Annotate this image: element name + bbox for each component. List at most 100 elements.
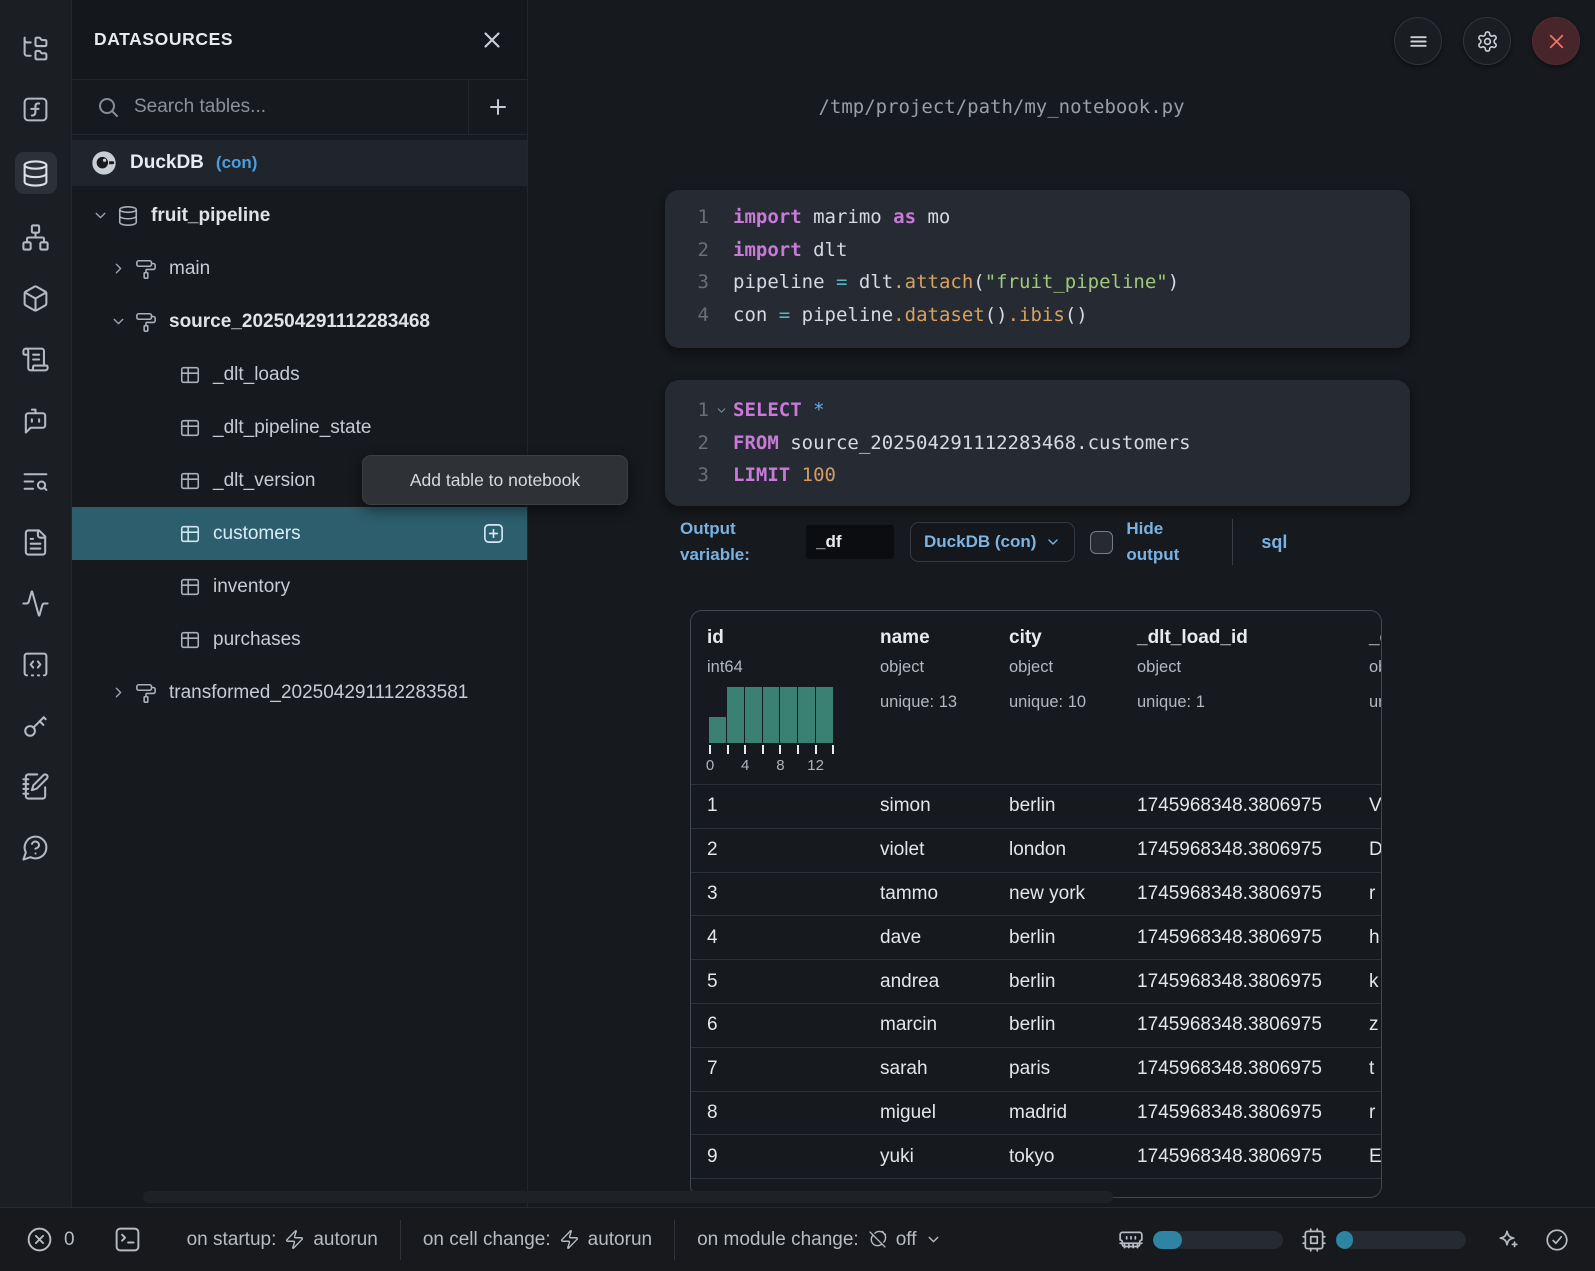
connection-alias: (con)	[216, 153, 258, 173]
divider	[1232, 519, 1233, 565]
tree-item-transformed_202504291112283581[interactable]: transformed_202504291112283581	[72, 666, 527, 719]
rail-file-text-button[interactable]	[15, 524, 57, 560]
statusbar-on-startup-[interactable]: on startup:autorun	[187, 1229, 378, 1251]
activity-bar	[0, 0, 72, 1207]
table-row[interactable]: 8miguelmadrid1745968348.3806975r	[691, 1092, 1381, 1136]
rail-file-tree-button[interactable]	[15, 30, 57, 66]
memory-stick-meter	[1118, 1227, 1283, 1253]
status-right	[1118, 1208, 1595, 1271]
tree-item-_dlt_loads[interactable]: _dlt_loads	[72, 348, 527, 401]
tree-item-purchases[interactable]: purchases	[72, 613, 527, 666]
rail-database-button[interactable]	[15, 152, 57, 194]
rail-box-button[interactable]	[15, 280, 57, 316]
table-row[interactable]: 3tammonew york1745968348.3806975r	[691, 873, 1381, 917]
table-row[interactable]: 5andreaberlin1745968348.3806975k	[691, 960, 1381, 1004]
zap-icon	[559, 1229, 580, 1250]
code-square-icon	[21, 650, 50, 679]
paint-roller-icon	[135, 682, 157, 704]
rail-network-button[interactable]	[15, 219, 57, 255]
output-variable-label: Output variable:	[680, 516, 775, 568]
settings-button[interactable]	[1463, 17, 1511, 65]
help-circle-icon	[21, 833, 50, 862]
table-body: 1simonberlin1745968348.3806975V2violetlo…	[691, 785, 1381, 1179]
bot-icon	[21, 406, 50, 435]
statusbar-on-cell-change-[interactable]: on cell change:autorun	[423, 1229, 652, 1251]
tree-item-_dlt_pipeline_state[interactable]: _dlt_pipeline_state	[72, 401, 527, 454]
hide-output-label: Hide output	[1126, 516, 1204, 568]
tree-item-fruit_pipeline[interactable]: fruit_pipeline	[72, 189, 527, 242]
close-panel-button[interactable]	[479, 27, 505, 53]
panel-title: DATASOURCES	[94, 29, 233, 50]
rail-scroll-text-button[interactable]	[15, 341, 57, 377]
code-line: 3LIMIT 100	[685, 459, 1410, 492]
horizontal-scrollbar[interactable]	[143, 1191, 1113, 1203]
table-icon	[179, 364, 201, 386]
circle-x-icon	[25, 1225, 54, 1254]
rail-code-square-button[interactable]	[15, 646, 57, 682]
rail-notebook-pen-button[interactable]	[15, 768, 57, 804]
connection-row[interactable]: DuckDB (con)	[72, 140, 527, 186]
rail-bot-button[interactable]	[15, 402, 57, 438]
cpu-meter	[1301, 1227, 1466, 1253]
paint-roller-icon	[135, 311, 157, 333]
table-row[interactable]: 7sarahparis1745968348.3806975t	[691, 1048, 1381, 1092]
table-row[interactable]: 1simonberlin1745968348.3806975V	[691, 785, 1381, 829]
output-variable-input[interactable]	[805, 524, 895, 560]
add-table-to-notebook-button[interactable]	[482, 522, 505, 545]
rail-key-button[interactable]	[15, 707, 57, 743]
sql-cell[interactable]: 1SELECT * 2FROM source_20250429111228346…	[665, 380, 1410, 506]
code-line: 2import dlt	[685, 234, 1410, 267]
table-row[interactable]: 9yukitokyo1745968348.3806975E	[691, 1135, 1381, 1179]
box-icon	[21, 284, 50, 313]
column-header-_dlt_load_id[interactable]: _dlt_load_id objectunique: 1	[1121, 611, 1353, 784]
menu-button[interactable]	[1394, 17, 1442, 65]
tree-item-inventory[interactable]: inventory	[72, 560, 527, 613]
column-header-_dlt_id[interactable]: _dlt_id objectunique:	[1353, 611, 1382, 784]
add-datasource-button[interactable]	[469, 80, 527, 134]
column-header-id[interactable]: id int64 04812	[691, 611, 864, 784]
hide-output-checkbox[interactable]	[1090, 531, 1113, 554]
zap-icon	[284, 1229, 305, 1250]
table-row[interactable]: 6marcinberlin1745968348.3806975z	[691, 1004, 1381, 1048]
statusbar-on-module-change-[interactable]: on module change:off	[697, 1229, 949, 1251]
paint-roller-icon	[135, 258, 157, 280]
text-search-icon	[21, 467, 50, 496]
connection-name: DuckDB	[130, 152, 204, 174]
activity-icon	[21, 589, 50, 618]
rail-activity-button[interactable]	[15, 585, 57, 621]
file-tree-icon	[21, 34, 50, 63]
key-icon	[21, 711, 50, 740]
table-icon	[179, 629, 201, 651]
terminal-icon[interactable]	[113, 1225, 142, 1254]
column-header-name[interactable]: name objectunique: 13	[864, 611, 993, 784]
memory-stick-icon	[1118, 1227, 1144, 1253]
rail-function-square-button[interactable]	[15, 91, 57, 127]
code-line: 4con = pipeline.dataset().ibis()	[685, 299, 1410, 332]
database-icon	[117, 205, 139, 227]
table-header: id int64 04812 name objectunique: 13 cit…	[691, 611, 1381, 785]
sparkles-icon[interactable]	[1494, 1227, 1520, 1253]
gear-icon	[1476, 30, 1499, 53]
error-indicator[interactable]: 0	[25, 1225, 75, 1254]
rail-help-circle-button[interactable]	[15, 829, 57, 865]
table-row[interactable]: 2violetlondon1745968348.3806975D	[691, 829, 1381, 873]
close-icon	[479, 27, 505, 53]
search-tables-input[interactable]	[120, 96, 468, 118]
result-table: id int64 04812 name objectunique: 13 cit…	[690, 610, 1382, 1198]
chevron-down-icon	[1045, 534, 1061, 550]
table-row[interactable]: 4daveberlin1745968348.3806975h	[691, 916, 1381, 960]
connection-status-icon[interactable]	[1544, 1227, 1570, 1253]
column-header-city[interactable]: city objectunique: 10	[993, 611, 1121, 784]
rail-text-search-button[interactable]	[15, 463, 57, 499]
shutdown-button[interactable]	[1532, 17, 1580, 65]
tree-item-source_202504291112283468[interactable]: source_202504291112283468	[72, 295, 527, 348]
tree-item-customers[interactable]: customers	[72, 507, 527, 560]
code-line: 1import marimo as mo	[685, 201, 1410, 234]
engine-select[interactable]: DuckDB (con)	[910, 522, 1075, 562]
autorun-off-icon	[867, 1229, 888, 1250]
tree-item-main[interactable]: main	[72, 242, 527, 295]
usage-bar	[1336, 1231, 1466, 1249]
table-icon	[179, 417, 201, 439]
python-cell[interactable]: 1import marimo as mo 2import dlt 3pipeli…	[665, 190, 1410, 348]
resource-meters	[1118, 1227, 1466, 1253]
